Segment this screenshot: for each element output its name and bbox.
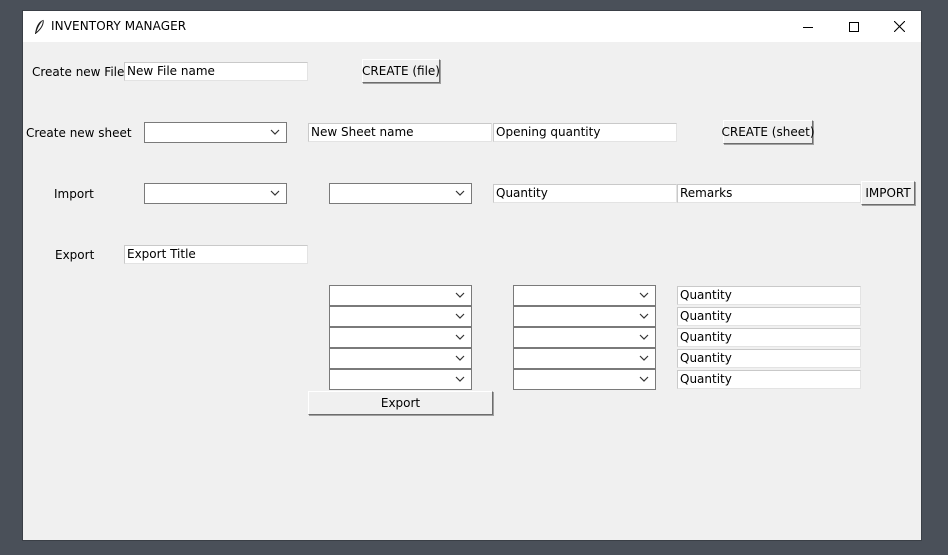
new-file-name-input[interactable]: New File name xyxy=(124,62,308,81)
chevron-down-icon xyxy=(270,190,280,196)
chevron-down-icon xyxy=(270,129,280,135)
create-sheet-label: Create new sheet xyxy=(26,126,132,140)
chevron-down-icon xyxy=(639,313,649,319)
minimize-button[interactable] xyxy=(785,11,831,42)
export-row-2-file-select[interactable] xyxy=(329,306,472,327)
export-row-1-file-select[interactable] xyxy=(329,285,472,306)
import-quantity-input[interactable]: Quantity xyxy=(493,184,677,203)
import-remarks-input[interactable]: Remarks xyxy=(677,184,861,203)
import-label: Import xyxy=(54,187,94,201)
chevron-down-icon xyxy=(455,334,465,340)
create-sheet-button[interactable]: CREATE (sheet) xyxy=(722,120,815,144)
export-button[interactable]: Export xyxy=(308,391,493,415)
export-row-1-quantity-input[interactable]: Quantity xyxy=(677,286,861,305)
feather-icon xyxy=(35,19,44,34)
export-row-5-sheet-select[interactable] xyxy=(513,369,656,390)
chevron-down-icon xyxy=(455,292,465,298)
import-sheet-select[interactable] xyxy=(329,183,472,204)
chevron-down-icon xyxy=(455,376,465,382)
create-sheet-file-select[interactable] xyxy=(144,122,287,143)
export-row-3-quantity-input[interactable]: Quantity xyxy=(677,328,861,347)
chevron-down-icon xyxy=(455,313,465,319)
close-button[interactable] xyxy=(876,11,922,42)
new-sheet-name-input[interactable]: New Sheet name xyxy=(308,123,492,142)
app-window: INVENTORY MANAGER Create new File New Fi… xyxy=(22,10,922,541)
minimize-icon xyxy=(803,26,813,28)
chevron-down-icon xyxy=(639,355,649,361)
export-row-5-quantity-input[interactable]: Quantity xyxy=(677,370,861,389)
export-row-5-file-select[interactable] xyxy=(329,369,472,390)
export-row-2-sheet-select[interactable] xyxy=(513,306,656,327)
maximize-button[interactable] xyxy=(831,11,877,42)
opening-quantity-input[interactable]: Opening quantity xyxy=(493,123,677,142)
export-label: Export xyxy=(55,248,95,262)
maximize-icon xyxy=(849,21,859,32)
create-file-label: Create new File xyxy=(32,65,125,79)
chevron-down-icon xyxy=(639,376,649,382)
chevron-down-icon xyxy=(455,190,465,196)
title-bar[interactable]: INVENTORY MANAGER xyxy=(23,11,921,42)
close-icon xyxy=(893,21,905,32)
import-button[interactable]: IMPORT xyxy=(861,181,915,205)
export-row-3-file-select[interactable] xyxy=(329,327,472,348)
export-title-input[interactable]: Export Title xyxy=(124,245,308,264)
export-row-1-sheet-select[interactable] xyxy=(513,285,656,306)
chevron-down-icon xyxy=(639,292,649,298)
import-file-select[interactable] xyxy=(144,183,287,204)
export-row-4-quantity-input[interactable]: Quantity xyxy=(677,349,861,368)
chevron-down-icon xyxy=(639,334,649,340)
export-row-4-file-select[interactable] xyxy=(329,348,472,369)
chevron-down-icon xyxy=(455,355,465,361)
window-title: INVENTORY MANAGER xyxy=(51,19,187,33)
export-row-3-sheet-select[interactable] xyxy=(513,327,656,348)
export-row-4-sheet-select[interactable] xyxy=(513,348,656,369)
export-row-2-quantity-input[interactable]: Quantity xyxy=(677,307,861,326)
create-file-button[interactable]: CREATE (file) xyxy=(362,59,440,83)
